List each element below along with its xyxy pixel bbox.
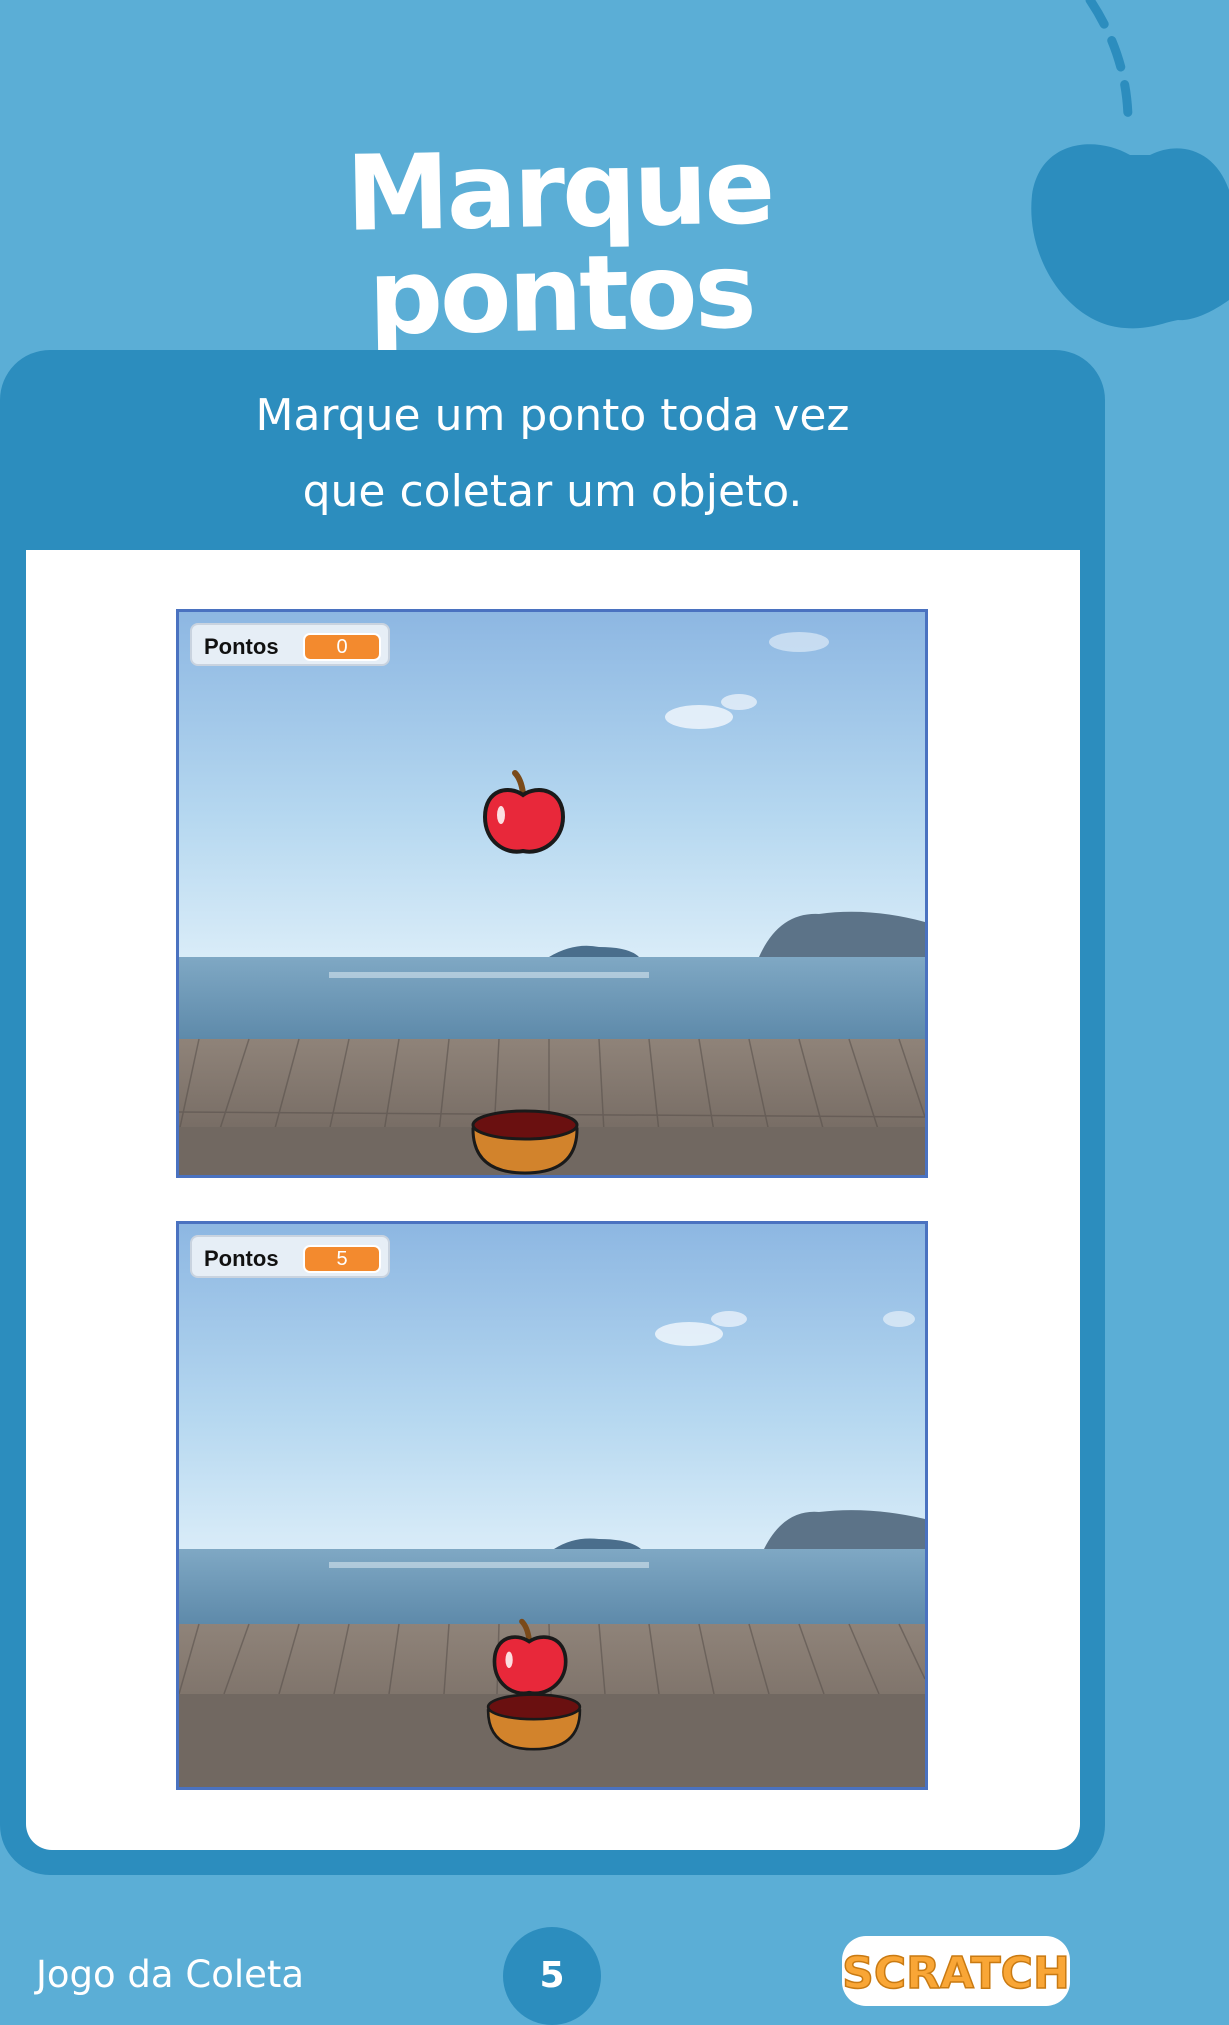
score-value: 0: [303, 633, 381, 661]
game-stage-scored: Pontos 5: [176, 1221, 928, 1790]
page-number: 5: [503, 1927, 601, 2025]
bowl-icon: [486, 1693, 582, 1751]
card-caption: Marque um ponto toda vez que coletar um …: [0, 378, 1105, 530]
beach-backdrop: [179, 612, 925, 1175]
apple-icon: [1031, 0, 1229, 329]
game-stage-start: Pontos 0: [176, 609, 928, 1178]
bowl-icon: [471, 1109, 579, 1175]
score-label: Pontos: [204, 1246, 279, 1271]
scratch-logo: SCRATCH: [841, 1936, 1071, 2006]
caption-line-2: que coletar um objeto.: [302, 466, 803, 517]
apple-icon: [492, 1618, 568, 1696]
score-monitor: Pontos 0: [190, 623, 390, 666]
score-value: 5: [303, 1245, 381, 1273]
footer-title: Jogo da Coleta: [36, 1953, 305, 1996]
caption-line-1: Marque um ponto toda vez: [255, 390, 850, 441]
page: Marque pontos Marque um ponto toda vez q…: [0, 0, 1229, 2025]
score-label: Pontos: [204, 634, 279, 659]
scratch-logo-text: SCRATCH: [842, 1948, 1070, 1999]
score-monitor: Pontos 5: [190, 1235, 390, 1278]
page-title: Marque pontos: [345, 125, 774, 359]
apple-icon: [482, 770, 566, 854]
